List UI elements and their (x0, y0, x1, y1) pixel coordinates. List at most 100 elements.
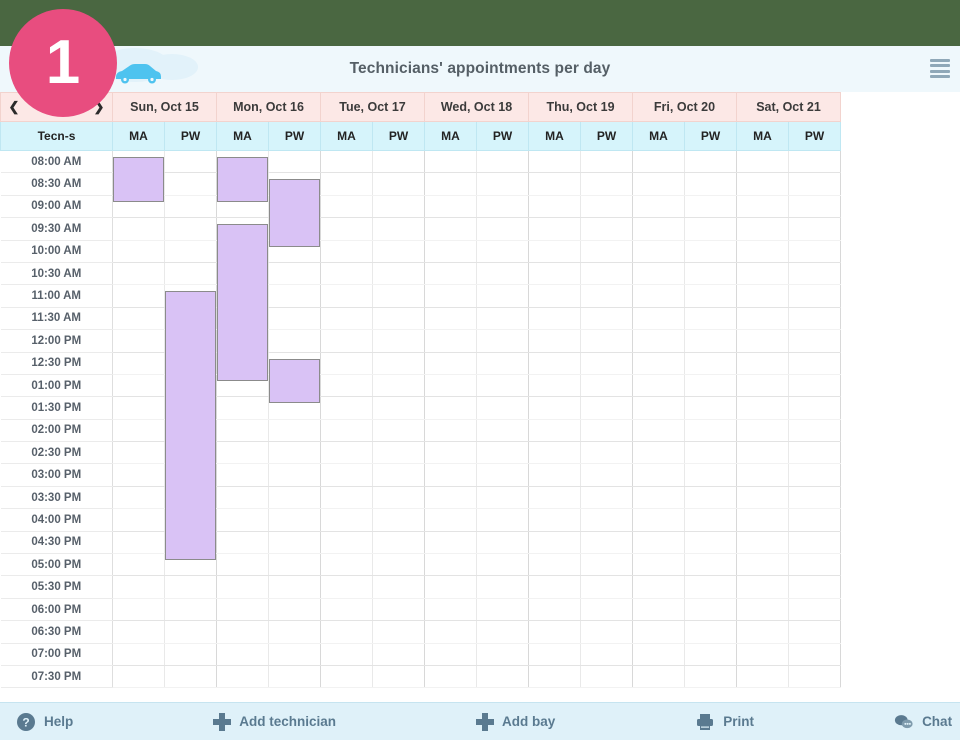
hamburger-menu-icon[interactable] (930, 59, 950, 79)
slot-cell[interactable] (580, 598, 633, 622)
technician-header-5-ma[interactable]: MA (632, 121, 685, 151)
slot-cell[interactable] (476, 352, 529, 375)
slot-cell[interactable] (424, 419, 477, 443)
slot-cell[interactable] (788, 598, 841, 622)
slot-cell[interactable] (164, 172, 217, 196)
technician-header-4-pw[interactable]: PW (580, 121, 633, 151)
slot-cell[interactable] (736, 553, 789, 577)
slot-cell[interactable] (632, 553, 685, 577)
slot-cell[interactable] (580, 463, 633, 487)
day-header-1[interactable]: Mon, Oct 16 (216, 92, 321, 122)
technician-header-0-pw[interactable]: PW (164, 121, 217, 151)
appointment-block[interactable] (269, 358, 320, 404)
day-header-6[interactable]: Sat, Oct 21 (736, 92, 841, 122)
slot-cell[interactable] (788, 575, 841, 599)
slot-cell[interactable] (580, 262, 633, 286)
slot-cell[interactable] (216, 598, 269, 622)
slot-cell[interactable] (684, 284, 737, 308)
slot-cell[interactable] (684, 553, 737, 577)
slot-cell[interactable] (424, 553, 477, 577)
slot-cell[interactable] (736, 329, 789, 353)
slot-cell[interactable] (320, 441, 373, 465)
slot-cell[interactable] (736, 307, 789, 331)
slot-cell[interactable] (476, 441, 529, 465)
slot-cell[interactable] (476, 463, 529, 487)
slot-cell[interactable] (372, 262, 425, 286)
slot-cell[interactable] (112, 262, 165, 286)
slot-cell[interactable] (112, 643, 165, 666)
slot-cell[interactable] (476, 329, 529, 353)
slot-cell[interactable] (216, 575, 269, 599)
technician-header-1-pw[interactable]: PW (268, 121, 321, 151)
slot-cell[interactable] (580, 531, 633, 555)
slot-cell[interactable] (632, 463, 685, 487)
add-technician-button[interactable]: Add technician (213, 712, 336, 731)
slot-cell[interactable] (528, 531, 581, 555)
slot-cell[interactable] (684, 419, 737, 443)
slot-cell[interactable] (736, 643, 789, 666)
slot-cell[interactable] (320, 419, 373, 443)
slot-cell[interactable] (476, 575, 529, 599)
slot-cell[interactable] (788, 486, 841, 510)
slot-cell[interactable] (320, 262, 373, 286)
slot-cell[interactable] (372, 240, 425, 263)
slot-cell[interactable] (372, 531, 425, 555)
slot-cell[interactable] (164, 575, 217, 599)
slot-cell[interactable] (372, 352, 425, 375)
slot-cell[interactable] (476, 240, 529, 263)
day-header-0[interactable]: Sun, Oct 15 (112, 92, 217, 122)
slot-cell[interactable] (372, 643, 425, 666)
slot-cell[interactable] (216, 396, 269, 420)
slot-cell[interactable] (164, 643, 217, 666)
slot-cell[interactable] (632, 486, 685, 510)
slot-cell[interactable] (424, 598, 477, 622)
slot-cell[interactable] (112, 217, 165, 241)
slot-cell[interactable] (580, 419, 633, 443)
slot-cell[interactable] (372, 575, 425, 599)
slot-cell[interactable] (580, 508, 633, 532)
slot-cell[interactable] (476, 284, 529, 308)
slot-cell[interactable] (528, 575, 581, 599)
appointment-block[interactable] (269, 179, 320, 247)
slot-cell[interactable] (528, 553, 581, 577)
slot-cell[interactable] (684, 352, 737, 375)
print-button[interactable]: Print (695, 712, 754, 732)
slot-cell[interactable] (736, 172, 789, 196)
technician-header-4-ma[interactable]: MA (528, 121, 581, 151)
slot-cell[interactable] (216, 419, 269, 443)
slot-cell[interactable] (736, 284, 789, 308)
slot-cell[interactable] (268, 329, 321, 353)
slot-cell[interactable] (788, 553, 841, 577)
slot-cell[interactable] (424, 284, 477, 308)
slot-cell[interactable] (736, 150, 789, 174)
slot-cell[interactable] (112, 531, 165, 555)
slot-cell[interactable] (736, 217, 789, 241)
slot-cell[interactable] (216, 486, 269, 510)
slot-cell[interactable] (372, 284, 425, 308)
slot-cell[interactable] (788, 441, 841, 465)
slot-cell[interactable] (632, 172, 685, 196)
slot-cell[interactable] (580, 441, 633, 465)
slot-cell[interactable] (476, 374, 529, 398)
slot-cell[interactable] (424, 262, 477, 286)
day-header-4[interactable]: Thu, Oct 19 (528, 92, 633, 122)
slot-cell[interactable] (632, 620, 685, 644)
slot-cell[interactable] (580, 643, 633, 666)
slot-cell[interactable] (632, 352, 685, 375)
slot-cell[interactable] (528, 665, 581, 689)
slot-cell[interactable] (528, 486, 581, 510)
slot-cell[interactable] (580, 575, 633, 599)
slot-cell[interactable] (112, 575, 165, 599)
slot-cell[interactable] (424, 329, 477, 353)
slot-cell[interactable] (268, 575, 321, 599)
slot-cell[interactable] (372, 463, 425, 487)
day-header-2[interactable]: Tue, Oct 17 (320, 92, 425, 122)
slot-cell[interactable] (424, 643, 477, 666)
slot-cell[interactable] (528, 643, 581, 666)
slot-cell[interactable] (788, 419, 841, 443)
slot-cell[interactable] (736, 262, 789, 286)
slot-cell[interactable] (736, 575, 789, 599)
slot-cell[interactable] (632, 240, 685, 263)
slot-cell[interactable] (476, 620, 529, 644)
slot-cell[interactable] (112, 329, 165, 353)
